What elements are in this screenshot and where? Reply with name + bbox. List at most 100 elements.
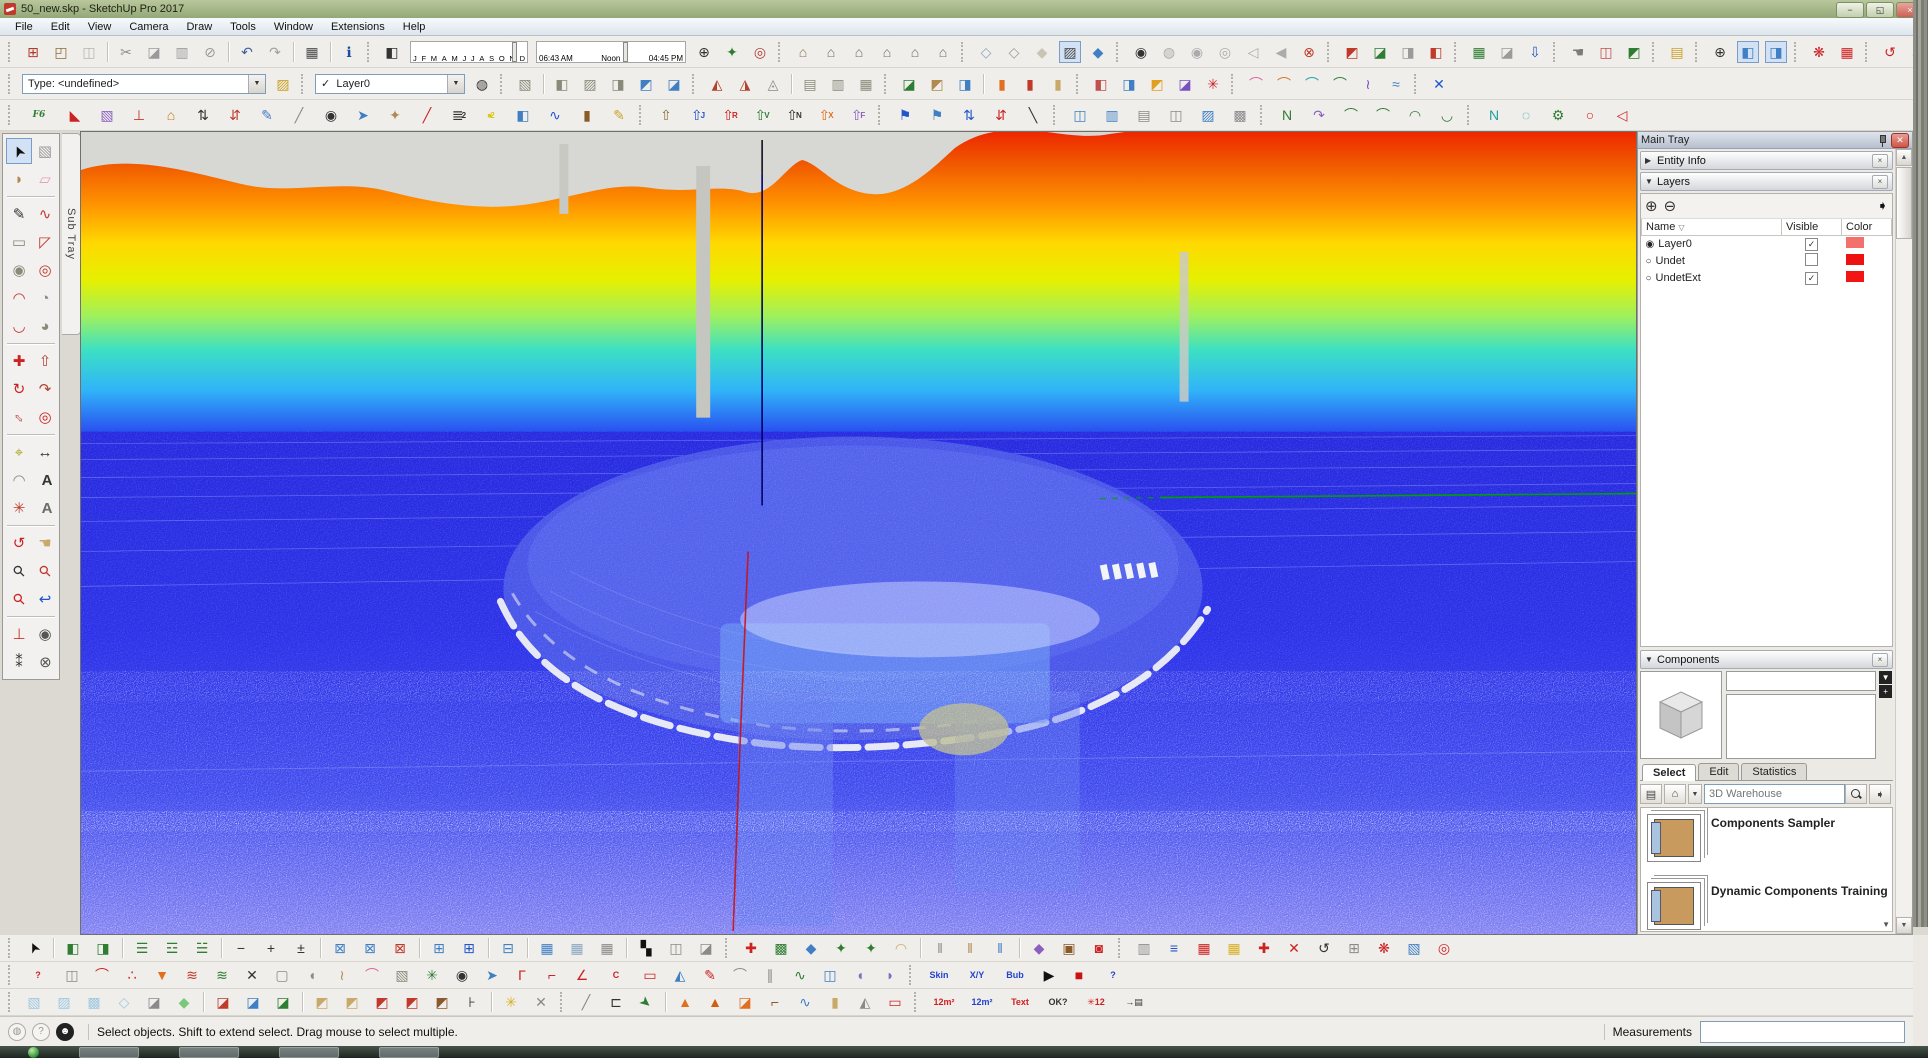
component-lock-button[interactable]: ▨ — [579, 73, 601, 95]
move-plus-button[interactable]: ✚ — [740, 937, 762, 959]
shaded-style-button[interactable]: ▨ — [1059, 40, 1081, 63]
red-grid-button[interactable]: ▦ — [1836, 41, 1858, 63]
blue-pointer-button[interactable]: ➤ — [352, 104, 374, 126]
remove-layer-button[interactable]: ⊖ — [1664, 199, 1677, 214]
half-moon-button[interactable]: ◖ — [301, 964, 323, 986]
toolbar-grip[interactable] — [1794, 41, 1799, 62]
tools-x-button[interactable]: ✕ — [530, 991, 552, 1013]
green-sq2-button[interactable]: ◨ — [92, 937, 114, 959]
tile-gray-button[interactable]: ▦ — [596, 937, 618, 959]
frustum-button[interactable]: ◁ — [1242, 41, 1264, 63]
hatch4-button[interactable]: ◫ — [1165, 104, 1187, 126]
area-star-button[interactable]: ✳12 — [1081, 991, 1111, 1013]
bw-arrows-button[interactable]: ⇅ — [192, 104, 214, 126]
red-line-button[interactable]: ╱ — [416, 104, 438, 126]
hatch5-button[interactable]: ▨ — [1197, 104, 1219, 126]
pushpull-tool[interactable]: ⇧ — [32, 348, 58, 374]
wave-blue-button[interactable]: ∿ — [544, 104, 566, 126]
layer-radio[interactable]: ○ — [1646, 256, 1652, 267]
wireframe-style-button[interactable]: ◇ — [1003, 41, 1025, 63]
gem-green-button[interactable]: ◆ — [173, 991, 195, 1013]
area-text-button[interactable]: Text — [1005, 991, 1035, 1013]
face-camera-button[interactable]: ◧ — [1737, 40, 1759, 63]
arc-gray-button[interactable]: ⌒ — [729, 964, 751, 986]
shadow-time-slider[interactable]: 06:43 AM Noon 04:45 PM — [536, 40, 686, 63]
pipe-curve-button[interactable]: ≀ — [331, 964, 353, 986]
brown-box-button[interactable]: ▣ — [1058, 937, 1080, 959]
home-button[interactable]: ⌂ — [1664, 784, 1686, 804]
stack-red-button[interactable]: ≋ — [181, 964, 203, 986]
tab-select[interactable]: Select — [1642, 764, 1697, 781]
camera-globe-button[interactable]: ◍ — [1158, 41, 1180, 63]
iso-view-button[interactable]: ⌂ — [792, 41, 814, 63]
model-info-button[interactable]: ℹ — [338, 41, 360, 63]
dot-circle-button[interactable]: ◌ — [1515, 104, 1537, 126]
component-name-field[interactable] — [1726, 671, 1877, 691]
red-donut-button[interactable]: ◙ — [1088, 937, 1110, 959]
signin-status-icon[interactable]: ☻ — [56, 1022, 74, 1041]
grid-blue2-button[interactable]: ⊞ — [458, 937, 480, 959]
chevron-down-icon[interactable]: ▼ — [1688, 784, 1702, 804]
rectangle-tool[interactable]: ▭ — [6, 229, 32, 255]
binocular-button[interactable]: ◉ — [320, 104, 342, 126]
plumb-button[interactable]: ⊥ — [128, 104, 150, 126]
hatch1-button[interactable]: ◫ — [1069, 104, 1091, 126]
layer-color-chip[interactable] — [1845, 237, 1864, 248]
scroll-down-icon[interactable]: ▼ — [1896, 917, 1912, 934]
terrain-tan-button[interactable]: ◩ — [926, 73, 948, 95]
face-camera2-button[interactable]: ◨ — [1765, 40, 1787, 63]
pin-icon[interactable] — [1877, 134, 1887, 147]
align-top-button[interactable]: ☰ — [131, 937, 153, 959]
toolbar-grip[interactable] — [1652, 41, 1657, 62]
align-bot-button[interactable]: ☱ — [191, 937, 213, 959]
erase-button[interactable]: ⊘ — [199, 41, 221, 63]
stop-button[interactable]: ■ — [1068, 964, 1090, 986]
textured-style-button[interactable]: ◆ — [1087, 41, 1109, 63]
paint-set-purple-button[interactable]: ◪ — [1174, 73, 1196, 95]
menu-window[interactable]: Window — [265, 20, 322, 34]
select-tool[interactable]: ➤ — [6, 138, 32, 164]
barrel-button[interactable]: ▮ — [576, 104, 598, 126]
hatch2-button[interactable]: ▥ — [1101, 104, 1123, 126]
align-mid-button[interactable]: ☲ — [161, 937, 183, 959]
stack-blue-button[interactable]: ≡ — [1163, 937, 1185, 959]
layer-color-chip[interactable] — [1845, 271, 1864, 282]
layers-header[interactable]: ▼ Layers × — [1640, 172, 1893, 191]
pencil-diag-button[interactable]: ╲ — [1022, 104, 1044, 126]
loop-dark-button[interactable]: ↺ — [1313, 937, 1335, 959]
layer-radio[interactable]: ○ — [1646, 273, 1652, 284]
query-red-button[interactable]: ? — [23, 964, 53, 986]
add-scene-button[interactable]: ◉ — [1130, 41, 1152, 63]
component-swap-button[interactable]: ◨ — [607, 73, 629, 95]
freeze-button[interactable]: ◫ — [1595, 41, 1617, 63]
flip-z-button[interactable]: ⊠ — [389, 937, 411, 959]
right-view-button[interactable]: ⌂ — [876, 41, 898, 63]
spline-green-button[interactable]: ⌒ — [1329, 73, 1351, 95]
import-n-button[interactable]: ⇧ N — [783, 104, 805, 126]
toolbar-grip[interactable] — [1467, 105, 1472, 125]
stamp-red-button[interactable]: ◩ — [371, 991, 393, 1013]
spring-tool-button[interactable]: ≀ — [1357, 73, 1379, 95]
bub-button[interactable]: Bub — [1000, 964, 1030, 986]
cone-orange-button[interactable]: ▲ — [674, 991, 696, 1013]
walk-tool[interactable]: ⁑ — [6, 649, 32, 675]
export-report-button[interactable]: →▤ — [1119, 991, 1149, 1013]
terrain-arrow-red-button[interactable]: ◪ — [212, 991, 234, 1013]
menu-extensions[interactable]: Extensions — [322, 20, 394, 34]
menu-view[interactable]: View — [79, 20, 121, 34]
stair-tool-button[interactable]: ▥ — [827, 73, 849, 95]
info-note-button[interactable]: ▤ — [1666, 41, 1688, 63]
space-plus-button[interactable]: + — [260, 937, 282, 959]
arc-green3-button[interactable]: ◠ — [1404, 104, 1426, 126]
grid-yellow-button[interactable]: ▦ — [1223, 937, 1245, 959]
flip-y-button[interactable]: ⊠ — [359, 937, 381, 959]
arc-green4-button[interactable]: ◡ — [1436, 104, 1458, 126]
shell-purple2-button[interactable]: ◗ — [879, 964, 901, 986]
two-point-arc-tool[interactable]: ◡ — [6, 313, 32, 339]
cam-dark-button[interactable]: ◉ — [451, 964, 473, 986]
toolbar-grip[interactable] — [1695, 41, 1700, 62]
import-v-button[interactable]: ⇧ V — [751, 104, 773, 126]
camera-turn-button[interactable]: ◎ — [1214, 41, 1236, 63]
measurements-input[interactable] — [1700, 1020, 1905, 1043]
redo-button[interactable]: ↷ — [264, 41, 286, 63]
